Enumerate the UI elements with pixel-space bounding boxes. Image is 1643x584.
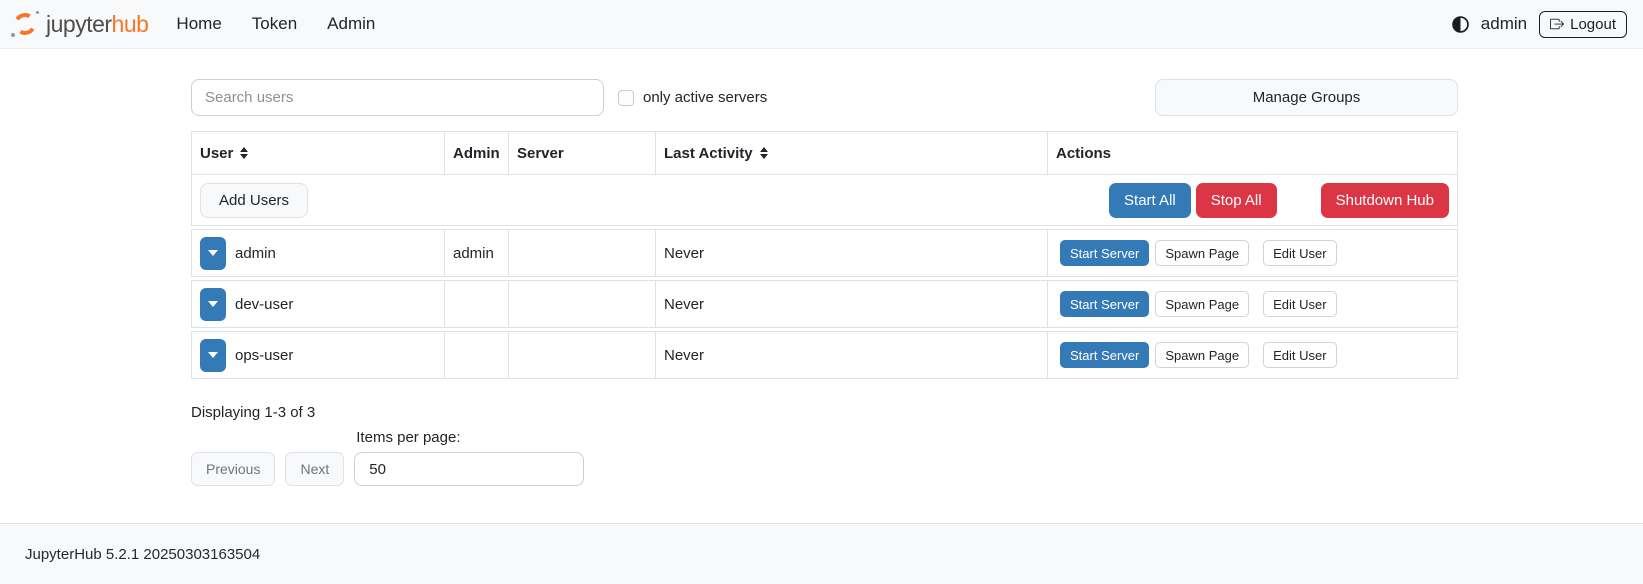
row-dropdown-button[interactable] xyxy=(200,288,226,321)
active-servers-filter: only active servers xyxy=(618,89,767,106)
start-all-button[interactable]: Start All xyxy=(1109,183,1191,218)
items-per-page: Items per page: xyxy=(354,429,584,486)
manage-groups-button[interactable]: Manage Groups xyxy=(1155,79,1458,116)
search-input[interactable] xyxy=(191,79,604,116)
last-activity-value: Never xyxy=(664,245,704,262)
table-header-row: User Admin Server Last Activity Actions xyxy=(191,131,1458,175)
pagination-controls: Previous Next Items per page: xyxy=(191,429,1458,486)
logout-icon xyxy=(1550,17,1564,31)
previous-page-button[interactable]: Previous xyxy=(191,452,275,486)
only-active-label: only active servers xyxy=(643,89,767,106)
start-server-button[interactable]: Start Server xyxy=(1060,240,1149,266)
nav-links: Home Token Admin xyxy=(176,14,375,34)
header-actions: Actions xyxy=(1048,132,1457,174)
server-cell xyxy=(509,230,656,276)
nav-link-admin[interactable]: Admin xyxy=(327,14,375,34)
items-per-page-label: Items per page: xyxy=(356,429,584,446)
logout-button[interactable]: Logout xyxy=(1539,11,1627,38)
jupyter-logo-icon xyxy=(10,9,40,39)
pagination-summary: Displaying 1-3 of 3 xyxy=(191,404,1458,421)
row-dropdown-button[interactable] xyxy=(200,339,226,372)
start-server-button[interactable]: Start Server xyxy=(1060,291,1149,317)
header-actions-label: Actions xyxy=(1056,145,1111,162)
header-server: Server xyxy=(509,132,656,174)
caret-down-icon xyxy=(208,352,218,358)
caret-down-icon xyxy=(208,301,218,307)
navbar-right: admin Logout xyxy=(1452,11,1627,38)
user-row-dev-user: dev-user Never Start Server Spawn Page E… xyxy=(191,280,1458,328)
admin-cell xyxy=(445,332,509,378)
sort-icon[interactable] xyxy=(760,147,768,159)
version-text: JupyterHub 5.2.1 20250303163504 xyxy=(25,546,260,563)
brand-hub: hub xyxy=(112,11,149,37)
admin-value: admin xyxy=(453,245,494,262)
nav-link-token[interactable]: Token xyxy=(252,14,297,34)
actions-cell: Start Server Spawn Page Edit User xyxy=(1048,281,1457,327)
last-activity-value: Never xyxy=(664,347,704,364)
row-dropdown-button[interactable] xyxy=(200,237,226,270)
logout-label: Logout xyxy=(1570,16,1616,33)
server-cell xyxy=(509,281,656,327)
user-row-admin: admin admin Never Start Server Spawn Pag… xyxy=(191,229,1458,277)
nav-link-home[interactable]: Home xyxy=(176,14,221,34)
username: admin xyxy=(235,245,276,262)
user-cell: admin xyxy=(192,230,445,276)
last-activity-cell: Never xyxy=(656,281,1048,327)
edit-user-button[interactable]: Edit User xyxy=(1263,342,1336,368)
shutdown-hub-button[interactable]: Shutdown Hub xyxy=(1321,183,1449,218)
users-table: User Admin Server Last Activity Actions … xyxy=(191,131,1458,379)
last-activity-value: Never xyxy=(664,296,704,313)
username: dev-user xyxy=(235,296,293,313)
header-last-activity-label: Last Activity xyxy=(664,145,753,162)
admin-panel: only active servers Manage Groups User A… xyxy=(191,79,1458,486)
spawn-page-button[interactable]: Spawn Page xyxy=(1155,342,1249,368)
actions-cell: Start Server Spawn Page Edit User xyxy=(1048,230,1457,276)
jupyter-logo-moon xyxy=(11,33,15,37)
username: ops-user xyxy=(235,347,293,364)
header-last-activity[interactable]: Last Activity xyxy=(656,132,1048,174)
sort-icon[interactable] xyxy=(240,147,248,159)
header-admin-label: Admin xyxy=(453,145,500,162)
admin-cell xyxy=(445,281,509,327)
admin-cell: admin xyxy=(445,230,509,276)
edit-user-button[interactable]: Edit User xyxy=(1263,240,1336,266)
add-users-button[interactable]: Add Users xyxy=(200,183,308,218)
user-row-ops-user: ops-user Never Start Server Spawn Page E… xyxy=(191,331,1458,379)
server-cell xyxy=(509,332,656,378)
jupyter-logo-ring xyxy=(12,11,39,38)
jupyterhub-brand[interactable]: jupyterhub xyxy=(10,9,148,39)
current-username: admin xyxy=(1481,14,1527,34)
navbar: jupyterhub Home Token Admin admin Logout xyxy=(0,0,1643,49)
spawn-page-button[interactable]: Spawn Page xyxy=(1155,291,1249,317)
user-cell: dev-user xyxy=(192,281,445,327)
stop-all-button[interactable]: Stop All xyxy=(1196,183,1277,218)
brand-jupyter: jupyter xyxy=(46,11,112,37)
last-activity-cell: Never xyxy=(656,332,1048,378)
actions-cell: Start Server Spawn Page Edit User xyxy=(1048,332,1457,378)
header-user[interactable]: User xyxy=(192,132,445,174)
header-server-label: Server xyxy=(517,145,564,162)
caret-down-icon xyxy=(208,250,218,256)
user-cell: ops-user xyxy=(192,332,445,378)
bulk-actions-row: Add Users Start All Stop All Shutdown Hu… xyxy=(191,175,1458,226)
brand-text: jupyterhub xyxy=(46,11,148,38)
jupyter-logo-moon xyxy=(36,11,39,14)
header-admin: Admin xyxy=(445,132,509,174)
user-toolbar: only active servers Manage Groups xyxy=(191,79,1458,116)
footer: JupyterHub 5.2.1 20250303163504 xyxy=(0,523,1643,584)
only-active-checkbox[interactable] xyxy=(618,90,634,106)
spawn-page-button[interactable]: Spawn Page xyxy=(1155,240,1249,266)
next-page-button[interactable]: Next xyxy=(285,452,344,486)
header-user-label: User xyxy=(200,145,233,162)
pagination: Displaying 1-3 of 3 Previous Next Items … xyxy=(191,404,1458,486)
items-per-page-input[interactable] xyxy=(354,452,584,486)
start-server-button[interactable]: Start Server xyxy=(1060,342,1149,368)
theme-toggle-icon[interactable] xyxy=(1452,16,1469,33)
last-activity-cell: Never xyxy=(656,230,1048,276)
bulk-right-buttons: Start All Stop All Shutdown Hub xyxy=(1109,183,1449,218)
edit-user-button[interactable]: Edit User xyxy=(1263,291,1336,317)
